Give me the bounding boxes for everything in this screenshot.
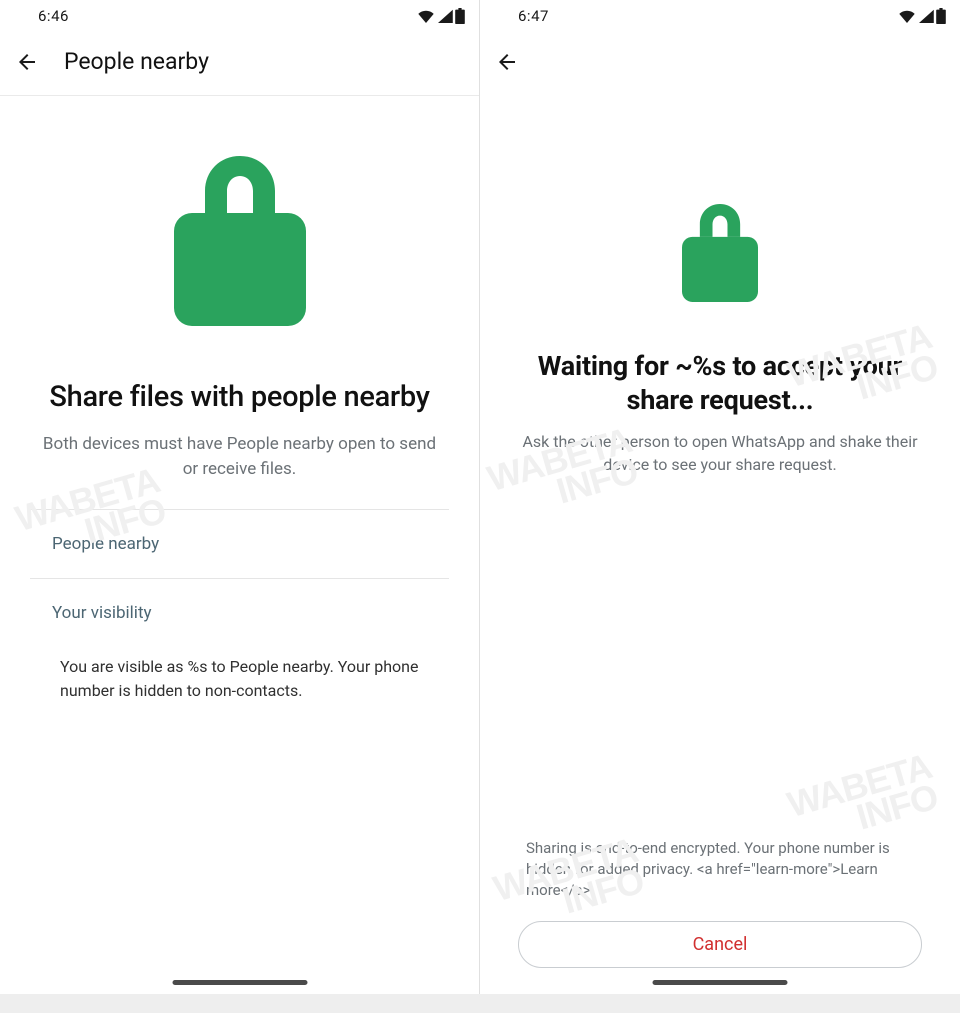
lock-illustration bbox=[510, 96, 930, 306]
headline-subtext: Both devices must have People nearby ope… bbox=[30, 432, 449, 481]
back-button[interactable] bbox=[494, 49, 520, 75]
wifi-icon bbox=[898, 9, 916, 23]
status-bar: 6:46 bbox=[0, 0, 479, 28]
section-your-visibility: Your visibility bbox=[30, 578, 449, 647]
app-bar bbox=[480, 28, 960, 96]
status-icons bbox=[898, 8, 946, 24]
back-arrow-icon bbox=[15, 50, 39, 74]
status-time: 6:46 bbox=[38, 7, 69, 25]
back-button[interactable] bbox=[14, 49, 40, 75]
status-time: 6:47 bbox=[518, 7, 549, 25]
back-arrow-icon bbox=[495, 50, 519, 74]
lock-icon bbox=[174, 156, 306, 326]
page-title: People nearby bbox=[64, 48, 209, 75]
section-people-nearby[interactable]: People nearby bbox=[30, 509, 449, 578]
headline: Share files with people nearby bbox=[30, 380, 449, 414]
cancel-button-label: Cancel bbox=[693, 934, 748, 955]
battery-icon bbox=[936, 8, 946, 24]
battery-icon bbox=[455, 8, 465, 24]
nav-handle[interactable] bbox=[653, 980, 788, 985]
nav-handle[interactable] bbox=[172, 980, 307, 985]
visibility-description: You are visible as %s to People nearby. … bbox=[30, 647, 449, 703]
lock-icon bbox=[682, 204, 758, 302]
app-bar: People nearby bbox=[0, 28, 479, 96]
status-icons bbox=[417, 8, 465, 24]
headline-subtext: Ask the other person to open WhatsApp an… bbox=[510, 430, 930, 476]
cancel-button[interactable]: Cancel bbox=[518, 921, 922, 968]
signal-icon bbox=[918, 9, 934, 23]
lock-illustration bbox=[30, 96, 449, 330]
wifi-icon bbox=[417, 9, 435, 23]
signal-icon bbox=[437, 9, 453, 23]
privacy-note: Sharing is end-to-end encrypted. Your ph… bbox=[510, 838, 930, 901]
headline: Waiting for ~%s to accept your share req… bbox=[510, 350, 930, 418]
status-bar: 6:47 bbox=[480, 0, 960, 28]
